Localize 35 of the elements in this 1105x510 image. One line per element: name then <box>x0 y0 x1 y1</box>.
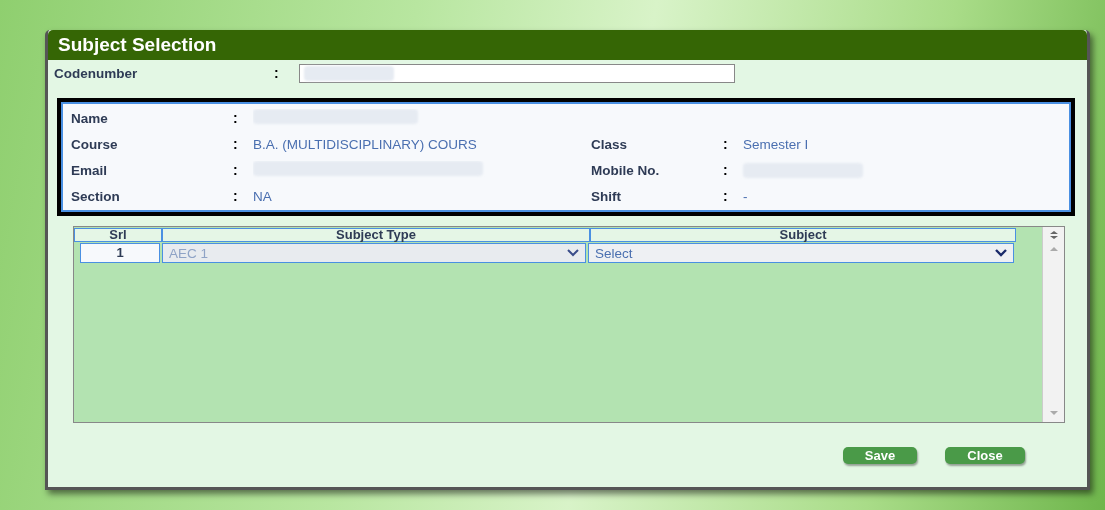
sort-icon <box>1048 230 1059 240</box>
separator: : <box>723 162 729 178</box>
separator: : <box>233 110 239 126</box>
field-value: Semester I <box>743 136 809 152</box>
chevron-icon <box>567 249 579 257</box>
field-label: Name <box>71 110 109 126</box>
separator: : <box>723 136 729 152</box>
field-label: Shift <box>591 188 622 204</box>
field-label: Section <box>71 188 121 204</box>
column-header: Subject <box>590 228 1016 242</box>
dialog-button[interactable]: Close <box>945 447 1025 464</box>
separator: : <box>233 162 239 178</box>
window-title: Subject Selection <box>58 34 217 56</box>
separator: : <box>723 188 729 204</box>
codenumber-field[interactable] <box>298 63 735 83</box>
field-label: Class <box>591 136 629 152</box>
field-label: Email <box>71 162 109 178</box>
subject-dropdown[interactable]: Select <box>588 243 1014 263</box>
column-header: Srl <box>74 228 162 242</box>
dialog-button[interactable]: Save <box>843 447 917 464</box>
separator: : <box>233 188 239 204</box>
chevron-icon <box>995 249 1007 257</box>
field-label: Course <box>71 136 119 152</box>
separator: : <box>233 136 239 152</box>
field-value: NA <box>253 189 272 204</box>
table-cell: 1 <box>80 243 160 263</box>
field-value: B.A. (MULTIDISCIPLINARY) COURS <box>253 137 477 152</box>
scroll-down-icon[interactable] <box>1048 410 1059 416</box>
column-header: Subject Type <box>162 228 590 242</box>
separator: : <box>274 65 279 81</box>
scroll-up-icon[interactable] <box>1048 246 1059 252</box>
scrollbar[interactable] <box>1042 227 1064 422</box>
field-label: Codenumber <box>54 65 139 81</box>
field-label: Mobile No. <box>591 162 661 178</box>
field-value: - <box>743 188 748 204</box>
